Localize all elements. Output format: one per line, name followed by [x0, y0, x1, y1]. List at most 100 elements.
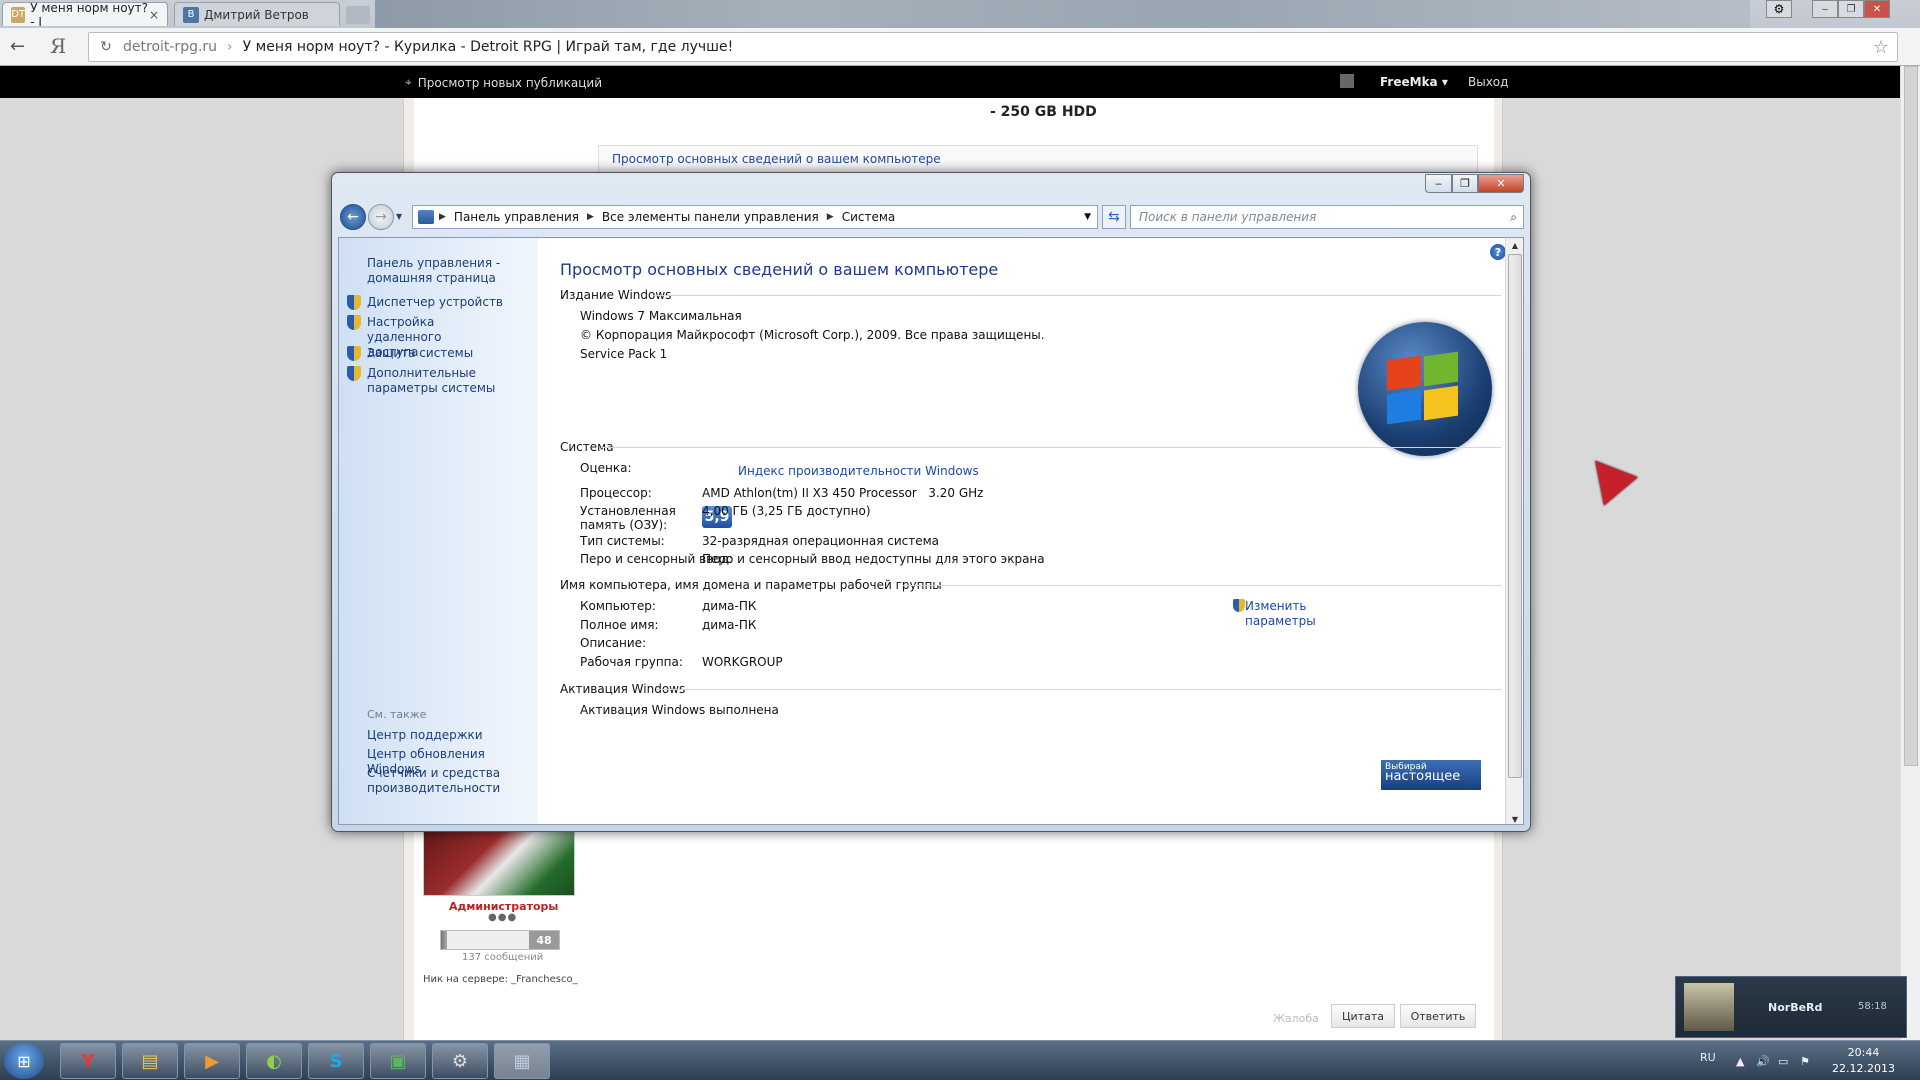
- divider: [654, 295, 1501, 296]
- cpu-label: Процессор:: [580, 486, 652, 500]
- new-tab-button[interactable]: [346, 6, 370, 24]
- complaint-link[interactable]: Жалоба: [1273, 1012, 1319, 1025]
- windows-logo-icon: [1358, 322, 1492, 456]
- logout-link[interactable]: Выход: [1468, 75, 1508, 89]
- explorer-body: Панель управления - домашняя страница Ди…: [338, 237, 1524, 825]
- scrollbar-thumb[interactable]: [1904, 66, 1918, 766]
- address-bar[interactable]: ↻ detroit-rpg.ru › У меня норм ноут? - К…: [88, 32, 1898, 62]
- network-icon[interactable]: ▭: [1778, 1055, 1788, 1068]
- embedded-screenshot-link[interactable]: Просмотр основных сведений о вашем компь…: [612, 152, 941, 166]
- breadcrumb-item[interactable]: Все элементы панели управления: [602, 210, 819, 224]
- system-protection-link[interactable]: Защита системы: [367, 346, 532, 361]
- yandex-browser-taskbar-icon[interactable]: Y: [60, 1043, 116, 1079]
- address-dropdown-icon[interactable]: ▼: [1084, 212, 1091, 222]
- control-panel-taskbar-icon[interactable]: ▦: [494, 1043, 550, 1079]
- system-clock[interactable]: 20:44 22.12.2013: [1832, 1045, 1895, 1077]
- tab-title: Дмитрий Ветров: [204, 7, 309, 22]
- window-maximize-button[interactable]: ❐: [1452, 174, 1478, 193]
- close-tab-icon[interactable]: ×: [149, 8, 159, 22]
- page-scrollbar[interactable]: [1900, 66, 1920, 1040]
- copyright-text: © Корпорация Майкрософт (Microsoft Corp.…: [580, 328, 1045, 342]
- activation-status: Активация Windows выполнена: [580, 703, 779, 717]
- post-text: - 250 GB HDD: [990, 104, 1097, 120]
- content-scrollbar[interactable]: ▲ ▼: [1505, 238, 1523, 824]
- reputation-fill: [441, 931, 447, 949]
- breadcrumb-item[interactable]: Панель управления: [454, 210, 579, 224]
- tray-expand-icon[interactable]: ▲: [1736, 1055, 1744, 1068]
- help-icon[interactable]: ?: [1490, 244, 1506, 260]
- new-publications-link[interactable]: ⌖ Просмотр новых публикаций: [405, 75, 602, 90]
- nav-forward-button[interactable]: →: [368, 204, 394, 230]
- device-manager-link[interactable]: Диспетчер устройств: [367, 295, 532, 310]
- window-minimize-button[interactable]: ‒: [1425, 174, 1452, 193]
- start-button-icon[interactable]: ⊞: [4, 1043, 44, 1079]
- wei-link[interactable]: Индекс производительности Windows: [738, 464, 979, 478]
- tabstrip-background: [375, 0, 1750, 28]
- tasks-pane: Панель управления - домашняя страница Ди…: [339, 238, 538, 824]
- quote-button[interactable]: Цитата: [1331, 1004, 1395, 1028]
- logo-yellow-pane: [1424, 385, 1458, 421]
- user-avatar-icon[interactable]: [1340, 74, 1354, 88]
- breadcrumb-arrow-icon[interactable]: ▶: [439, 212, 446, 222]
- maximize-button[interactable]: ❐: [1838, 0, 1864, 18]
- reputation-value: 48: [529, 931, 559, 949]
- system-type-label: Тип системы:: [580, 534, 665, 548]
- minimize-button[interactable]: ‒: [1812, 0, 1838, 18]
- clock-date: 22.12.2013: [1832, 1062, 1895, 1075]
- steam-taskbar-icon[interactable]: ⚙: [432, 1043, 488, 1079]
- scroll-down-icon[interactable]: ▼: [1506, 812, 1523, 824]
- explorer-taskbar-icon[interactable]: ▤: [122, 1043, 178, 1079]
- search-icon[interactable]: ⌕: [1510, 210, 1517, 225]
- user-menu[interactable]: FreeMka ▾: [1380, 75, 1448, 89]
- ram-label: Установленная память (ОЗУ):: [580, 504, 676, 532]
- breadcrumb-item[interactable]: Система: [842, 210, 896, 224]
- description-label: Описание:: [580, 636, 647, 650]
- logo-green-pane: [1424, 351, 1458, 387]
- genuine-microsoft-badge[interactable]: Выбирай настоящее: [1381, 760, 1481, 790]
- volume-icon[interactable]: 🔊: [1756, 1055, 1770, 1068]
- window-caption-buttons: ‒ ❐ ✕: [1425, 174, 1524, 193]
- back-arrow-icon[interactable]: ←: [10, 36, 25, 57]
- breadcrumb-arrow-icon[interactable]: ▶: [587, 212, 594, 222]
- yandex-logo-icon[interactable]: Я: [50, 34, 66, 58]
- control-panel-icon: [418, 210, 434, 224]
- action-flag-icon[interactable]: ⚑: [1800, 1055, 1810, 1068]
- performance-tools-link[interactable]: Счетчики и средства производительности: [367, 766, 517, 796]
- explorer-address-bar[interactable]: ▶ Панель управления ▶ Все элементы панел…: [412, 205, 1098, 229]
- refresh-icon[interactable]: ⇆: [1102, 205, 1126, 229]
- change-settings-link[interactable]: Изменить параметры: [1245, 599, 1316, 629]
- action-center-link[interactable]: Центр поддержки: [367, 728, 532, 743]
- breadcrumb-arrow-icon[interactable]: ▶: [827, 212, 834, 222]
- reload-icon[interactable]: ↻: [95, 39, 117, 55]
- close-button[interactable]: ✕: [1864, 0, 1890, 18]
- friend-avatar: [1684, 983, 1734, 1031]
- bookmark-star-icon[interactable]: ☆: [1873, 37, 1889, 58]
- scroll-up-icon[interactable]: ▲: [1506, 238, 1523, 252]
- rank-pips: ●●●: [488, 912, 518, 923]
- reply-button[interactable]: Ответить: [1400, 1004, 1476, 1028]
- content-title: Просмотр основных сведений о вашем компь…: [560, 260, 999, 279]
- skype-taskbar-icon[interactable]: S: [308, 1043, 364, 1079]
- logo-blue-pane: [1387, 389, 1421, 425]
- workgroup-value: WORKGROUP: [702, 655, 783, 669]
- nav-back-button[interactable]: ←: [340, 204, 366, 230]
- full-name-label: Полное имя:: [580, 618, 659, 632]
- tab-active[interactable]: DT У меня норм ноут? - I ×: [2, 1, 168, 29]
- history-dropdown-icon[interactable]: ▼: [396, 212, 402, 221]
- control-panel-search[interactable]: Поиск в панели управления ⌕: [1130, 205, 1524, 229]
- ram-value: 4,00 ГБ (3,25 ГБ доступно): [702, 504, 871, 518]
- app-taskbar-icon[interactable]: ▣: [370, 1043, 426, 1079]
- settings-gear-icon[interactable]: ⚙: [1766, 0, 1792, 18]
- window-close-button[interactable]: ✕: [1478, 174, 1524, 193]
- system-info-content: ? Просмотр основных сведений о вашем ком…: [538, 238, 1506, 824]
- steam-notification[interactable]: NorBeRd 58:18: [1675, 976, 1907, 1038]
- color-app-taskbar-icon[interactable]: ◐: [246, 1043, 302, 1079]
- language-indicator[interactable]: RU: [1700, 1051, 1716, 1064]
- cp-home-link[interactable]: Панель управления - домашняя страница: [367, 256, 532, 286]
- full-name-value: дима-ПК: [702, 618, 757, 632]
- advanced-settings-link[interactable]: Дополнительные параметры системы: [367, 366, 532, 396]
- tab-vk[interactable]: B Дмитрий Ветров: [174, 2, 340, 26]
- media-player-taskbar-icon[interactable]: ▶: [184, 1043, 240, 1079]
- cpu-value: AMD Athlon(tm) II X3 450 Processor 3.20 …: [702, 486, 984, 500]
- scrollbar-thumb[interactable]: [1508, 254, 1522, 778]
